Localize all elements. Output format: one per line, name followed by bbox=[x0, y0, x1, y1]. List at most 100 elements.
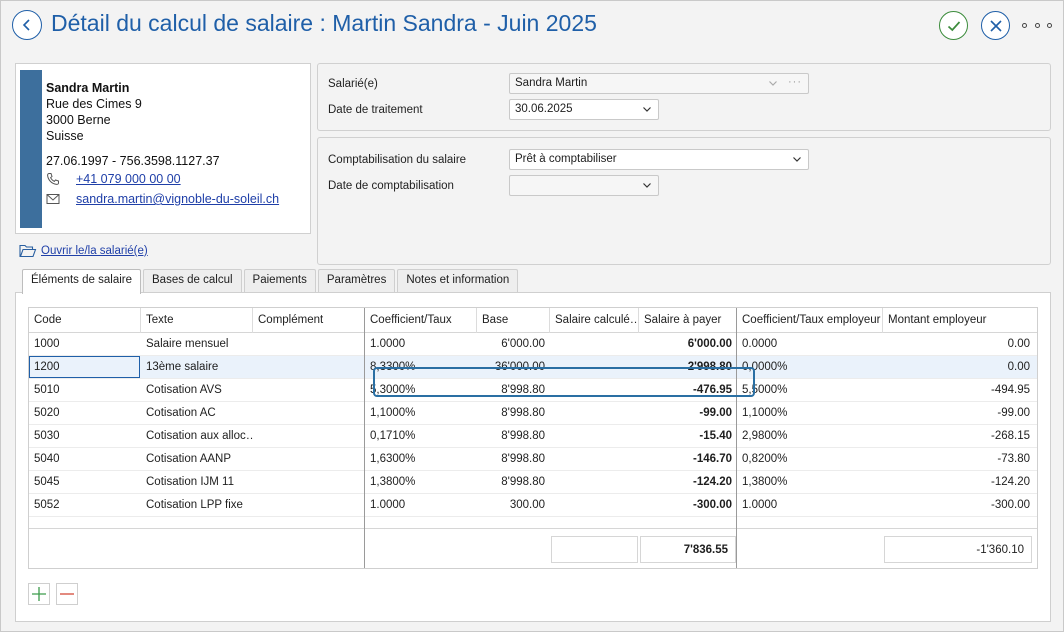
cell-to-pay[interactable]: -300.00 bbox=[639, 494, 737, 517]
cell-calculated[interactable] bbox=[550, 448, 639, 471]
phone-icon bbox=[46, 171, 76, 187]
cell-complement[interactable] bbox=[253, 379, 365, 402]
cell-coefficient[interactable]: 0,1710% bbox=[365, 425, 477, 448]
table-row[interactable]: 5052 Cotisation LPP fixe 1.0000 300.00 -300.… bbox=[29, 494, 1037, 517]
col-header-calculated[interactable]: Salaire calculé… bbox=[550, 308, 639, 333]
tab-salary-elements[interactable]: Éléments de salaire bbox=[22, 269, 141, 294]
back-button[interactable] bbox=[12, 10, 42, 40]
more-dots-icon bbox=[1022, 22, 1027, 28]
cell-employer-coefficient[interactable]: 0,0000% bbox=[737, 356, 883, 379]
cell-calculated[interactable] bbox=[550, 402, 639, 425]
cell-employer-amount[interactable]: -99.00 bbox=[883, 402, 1035, 425]
cell-calculated[interactable] bbox=[550, 425, 639, 448]
cell-text[interactable]: Cotisation AVS bbox=[141, 379, 253, 402]
cell-employer-amount[interactable]: 0.00 bbox=[883, 333, 1035, 356]
cell-to-pay[interactable]: -124.20 bbox=[639, 471, 737, 494]
cell-to-pay[interactable]: -99.00 bbox=[639, 402, 737, 425]
col-header-base[interactable]: Base bbox=[477, 308, 550, 333]
employee-email-link[interactable]: sandra.martin@vignoble-du-soleil.ch bbox=[76, 191, 279, 207]
tab-settings[interactable]: Paramètres bbox=[317, 269, 396, 292]
cell-employer-amount[interactable]: -73.80 bbox=[883, 448, 1035, 471]
col-header-to-pay[interactable]: Salaire à payer bbox=[639, 308, 737, 333]
cell-base[interactable]: 300.00 bbox=[477, 494, 550, 517]
cell-base[interactable]: 8'998.80 bbox=[477, 402, 550, 425]
cell-coefficient[interactable]: 1,3800% bbox=[365, 471, 477, 494]
cell-coefficient[interactable]: 1.0000 bbox=[365, 494, 477, 517]
col-header-employer-coefficient[interactable]: Coefficient/Taux employeur bbox=[737, 308, 883, 333]
cell-employer-coefficient[interactable]: 1,3800% bbox=[737, 471, 883, 494]
cell-complement[interactable] bbox=[253, 494, 365, 517]
cell-code[interactable]: 1000 bbox=[29, 333, 141, 356]
cell-text[interactable]: Cotisation AC bbox=[141, 402, 253, 425]
cell-code[interactable]: 5045 bbox=[29, 471, 141, 494]
cell-employer-coefficient[interactable]: 1,1000% bbox=[737, 402, 883, 425]
cell-complement[interactable] bbox=[253, 333, 365, 356]
cell-to-pay[interactable]: -15.40 bbox=[639, 425, 737, 448]
cell-calculated[interactable] bbox=[550, 471, 639, 494]
table-row[interactable]: 5045 Cotisation IJM 11 1,3800% 8'998.80 -124… bbox=[29, 471, 1037, 494]
add-row-button[interactable] bbox=[28, 583, 50, 605]
table-row[interactable]: 1000 Salaire mensuel 1.0000 6'000.00 6'000.0… bbox=[29, 333, 1037, 356]
cell-to-pay[interactable]: 6'000.00 bbox=[639, 333, 737, 356]
confirm-button[interactable] bbox=[939, 11, 968, 40]
more-options-button[interactable] bbox=[1022, 17, 1052, 33]
cell-calculated[interactable] bbox=[550, 494, 639, 517]
cell-code[interactable]: 5052 bbox=[29, 494, 141, 517]
accounting-select[interactable]: Prêt à comptabiliser bbox=[509, 149, 809, 170]
cell-employer-coefficient[interactable]: 1.0000 bbox=[737, 494, 883, 517]
employee-select[interactable]: Sandra Martin ··· bbox=[509, 73, 809, 94]
cell-text[interactable]: Cotisation LPP fixe bbox=[141, 494, 253, 517]
accounting-date-field[interactable] bbox=[509, 175, 659, 196]
cell-code[interactable]: 5030 bbox=[29, 425, 141, 448]
cell-base[interactable]: 8'998.80 bbox=[477, 471, 550, 494]
ellipsis-icon[interactable]: ··· bbox=[788, 76, 802, 88]
cell-complement[interactable] bbox=[253, 425, 365, 448]
cell-employer-coefficient[interactable]: 0,8200% bbox=[737, 448, 883, 471]
cancel-button[interactable] bbox=[981, 11, 1010, 40]
cell-employer-amount[interactable]: -124.20 bbox=[883, 471, 1035, 494]
col-header-text[interactable]: Texte bbox=[141, 308, 253, 333]
cell-text[interactable]: Cotisation AANP bbox=[141, 448, 253, 471]
cell-complement[interactable] bbox=[253, 448, 365, 471]
cell-complement[interactable] bbox=[253, 471, 365, 494]
cell-employer-amount[interactable]: -268.15 bbox=[883, 425, 1035, 448]
cell-employer-coefficient[interactable]: 2,9800% bbox=[737, 425, 883, 448]
cell-text[interactable]: Cotisation IJM 11 bbox=[141, 471, 253, 494]
cell-employer-amount[interactable]: -300.00 bbox=[883, 494, 1035, 517]
cell-base[interactable]: 8'998.80 bbox=[477, 448, 550, 471]
col-header-code[interactable]: Code bbox=[29, 308, 141, 333]
cell-coefficient[interactable]: 1,6300% bbox=[365, 448, 477, 471]
cell-text[interactable]: 13ème salaire bbox=[141, 356, 253, 379]
accounting-select-value: Prêt à comptabiliser bbox=[515, 153, 617, 165]
cell-employer-amount[interactable]: -494.95 bbox=[883, 379, 1035, 402]
processing-date-field[interactable]: 30.06.2025 bbox=[509, 99, 659, 120]
remove-row-button[interactable] bbox=[56, 583, 78, 605]
table-row[interactable]: 5040 Cotisation AANP 1,6300% 8'998.80 -146.7… bbox=[29, 448, 1037, 471]
cell-employer-coefficient[interactable]: 0.0000 bbox=[737, 333, 883, 356]
cell-text[interactable]: Salaire mensuel bbox=[141, 333, 253, 356]
cell-employer-coefficient[interactable]: 5,5000% bbox=[737, 379, 883, 402]
cell-coefficient[interactable]: 1.0000 bbox=[365, 333, 477, 356]
cell-coefficient[interactable]: 1,1000% bbox=[365, 402, 477, 425]
cell-code[interactable]: 5040 bbox=[29, 448, 141, 471]
employee-phone-link[interactable]: +41 079 000 00 00 bbox=[76, 171, 181, 187]
cell-code[interactable]: 5010 bbox=[29, 379, 141, 402]
cell-complement[interactable] bbox=[253, 356, 365, 379]
cell-base[interactable]: 8'998.80 bbox=[477, 425, 550, 448]
cell-calculated[interactable] bbox=[550, 333, 639, 356]
cell-base[interactable]: 6'000.00 bbox=[477, 333, 550, 356]
open-employee-link[interactable]: Ouvrir le/la salarié(e) bbox=[19, 244, 148, 258]
cell-code[interactable]: 5020 bbox=[29, 402, 141, 425]
table-row[interactable]: 5020 Cotisation AC 1,1000% 8'998.80 -99.00 1,… bbox=[29, 402, 1037, 425]
col-header-coefficient[interactable]: Coefficient/Taux bbox=[365, 308, 477, 333]
col-header-employer-amount[interactable]: Montant employeur bbox=[883, 308, 1037, 333]
tab-calculation-bases[interactable]: Bases de calcul bbox=[143, 269, 242, 292]
tab-payments[interactable]: Paiements bbox=[243, 269, 316, 292]
col-header-complement[interactable]: Complément bbox=[253, 308, 365, 333]
tab-notes[interactable]: Notes et information bbox=[397, 269, 519, 292]
cell-text[interactable]: Cotisation aux alloc… bbox=[141, 425, 253, 448]
cell-employer-amount[interactable]: 0.00 bbox=[883, 356, 1035, 379]
cell-to-pay[interactable]: -146.70 bbox=[639, 448, 737, 471]
table-row[interactable]: 5030 Cotisation aux alloc… 0,1710% 8'998.80… bbox=[29, 425, 1037, 448]
cell-complement[interactable] bbox=[253, 402, 365, 425]
